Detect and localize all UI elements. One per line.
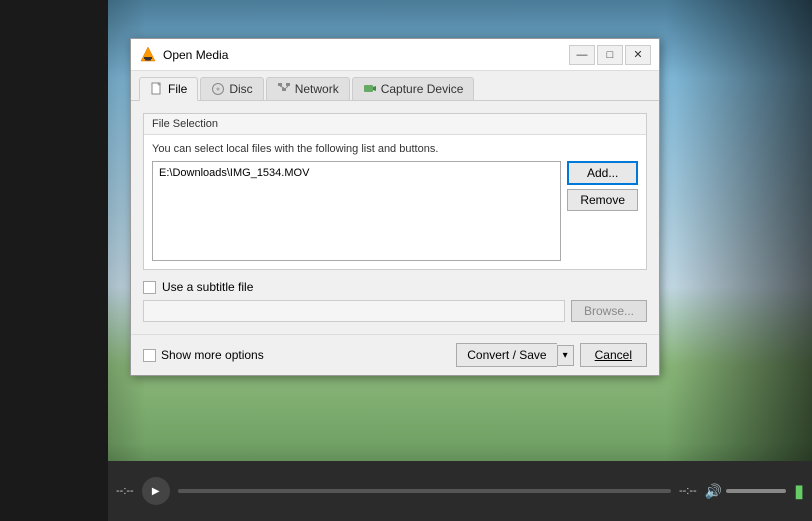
title-bar: Open Media — □ ✕: [131, 39, 659, 71]
file-buttons: Add... Remove: [567, 161, 638, 211]
open-media-dialog: Open Media — □ ✕ File Disc: [130, 38, 660, 376]
tab-disc[interactable]: Disc: [200, 77, 263, 100]
file-list[interactable]: E:\Downloads\IMG_1534.MOV: [152, 161, 561, 261]
network-icon: [277, 82, 291, 96]
minimize-button[interactable]: —: [569, 45, 595, 65]
file-icon: [150, 82, 164, 96]
tab-capture[interactable]: Capture Device: [352, 77, 475, 100]
subtitle-label: Use a subtitle file: [162, 280, 253, 294]
disc-icon: [211, 82, 225, 96]
bottom-right-buttons: Convert / Save ▾ Cancel: [456, 343, 647, 367]
left-panel: [0, 0, 108, 521]
group-content: You can select local files with the foll…: [144, 135, 646, 269]
remove-button[interactable]: Remove: [567, 189, 638, 211]
tab-file[interactable]: File: [139, 77, 198, 101]
tab-network[interactable]: Network: [266, 77, 350, 100]
progress-bar[interactable]: [178, 489, 671, 493]
vlc-logo-icon: [139, 46, 157, 64]
subtitle-input-row: Browse...: [143, 300, 647, 322]
show-more-row: Show more options: [143, 348, 264, 362]
hint-text: You can select local files with the foll…: [152, 143, 638, 155]
show-more-label: Show more options: [161, 348, 264, 362]
convert-save-button-group: Convert / Save ▾: [456, 343, 573, 367]
cancel-button[interactable]: Cancel: [580, 343, 647, 367]
dialog-title: Open Media: [163, 48, 569, 62]
time-remaining: --:--: [679, 485, 697, 497]
tab-disc-label: Disc: [229, 82, 252, 96]
subtitle-browse-button: Browse...: [571, 300, 647, 322]
add-button[interactable]: Add...: [567, 161, 638, 185]
maximize-button[interactable]: □: [597, 45, 623, 65]
subtitle-row: Use a subtitle file: [143, 280, 647, 294]
convert-save-button[interactable]: Convert / Save: [456, 343, 556, 367]
capture-icon: [363, 82, 377, 96]
convert-save-dropdown[interactable]: ▾: [557, 345, 574, 366]
tab-bar: File Disc Network Capture: [131, 71, 659, 101]
show-more-checkbox[interactable]: [143, 349, 156, 362]
volume-icon: 🔊: [705, 483, 722, 500]
file-selection-group: File Selection You can select local file…: [143, 113, 647, 270]
taskbar: --:-- ▶ --:-- 🔊 ▮: [108, 461, 812, 521]
file-area: E:\Downloads\IMG_1534.MOV Add... Remove: [152, 161, 638, 261]
subtitle-checkbox[interactable]: [143, 281, 156, 294]
close-button[interactable]: ✕: [625, 45, 651, 65]
volume-indicator: ▮: [794, 481, 804, 502]
tab-capture-label: Capture Device: [381, 82, 464, 96]
volume-slider[interactable]: [726, 489, 786, 493]
group-label: File Selection: [144, 114, 646, 135]
file-list-item: E:\Downloads\IMG_1534.MOV: [157, 166, 556, 180]
dialog-content: File Selection You can select local file…: [131, 101, 659, 334]
bottom-bar: Show more options Convert / Save ▾ Cance…: [131, 334, 659, 375]
time-elapsed: --:--: [116, 485, 134, 497]
subtitle-input[interactable]: [143, 300, 565, 322]
tab-network-label: Network: [295, 82, 339, 96]
window-controls: — □ ✕: [569, 45, 651, 65]
tab-file-label: File: [168, 82, 187, 96]
play-button[interactable]: ▶: [142, 477, 170, 505]
